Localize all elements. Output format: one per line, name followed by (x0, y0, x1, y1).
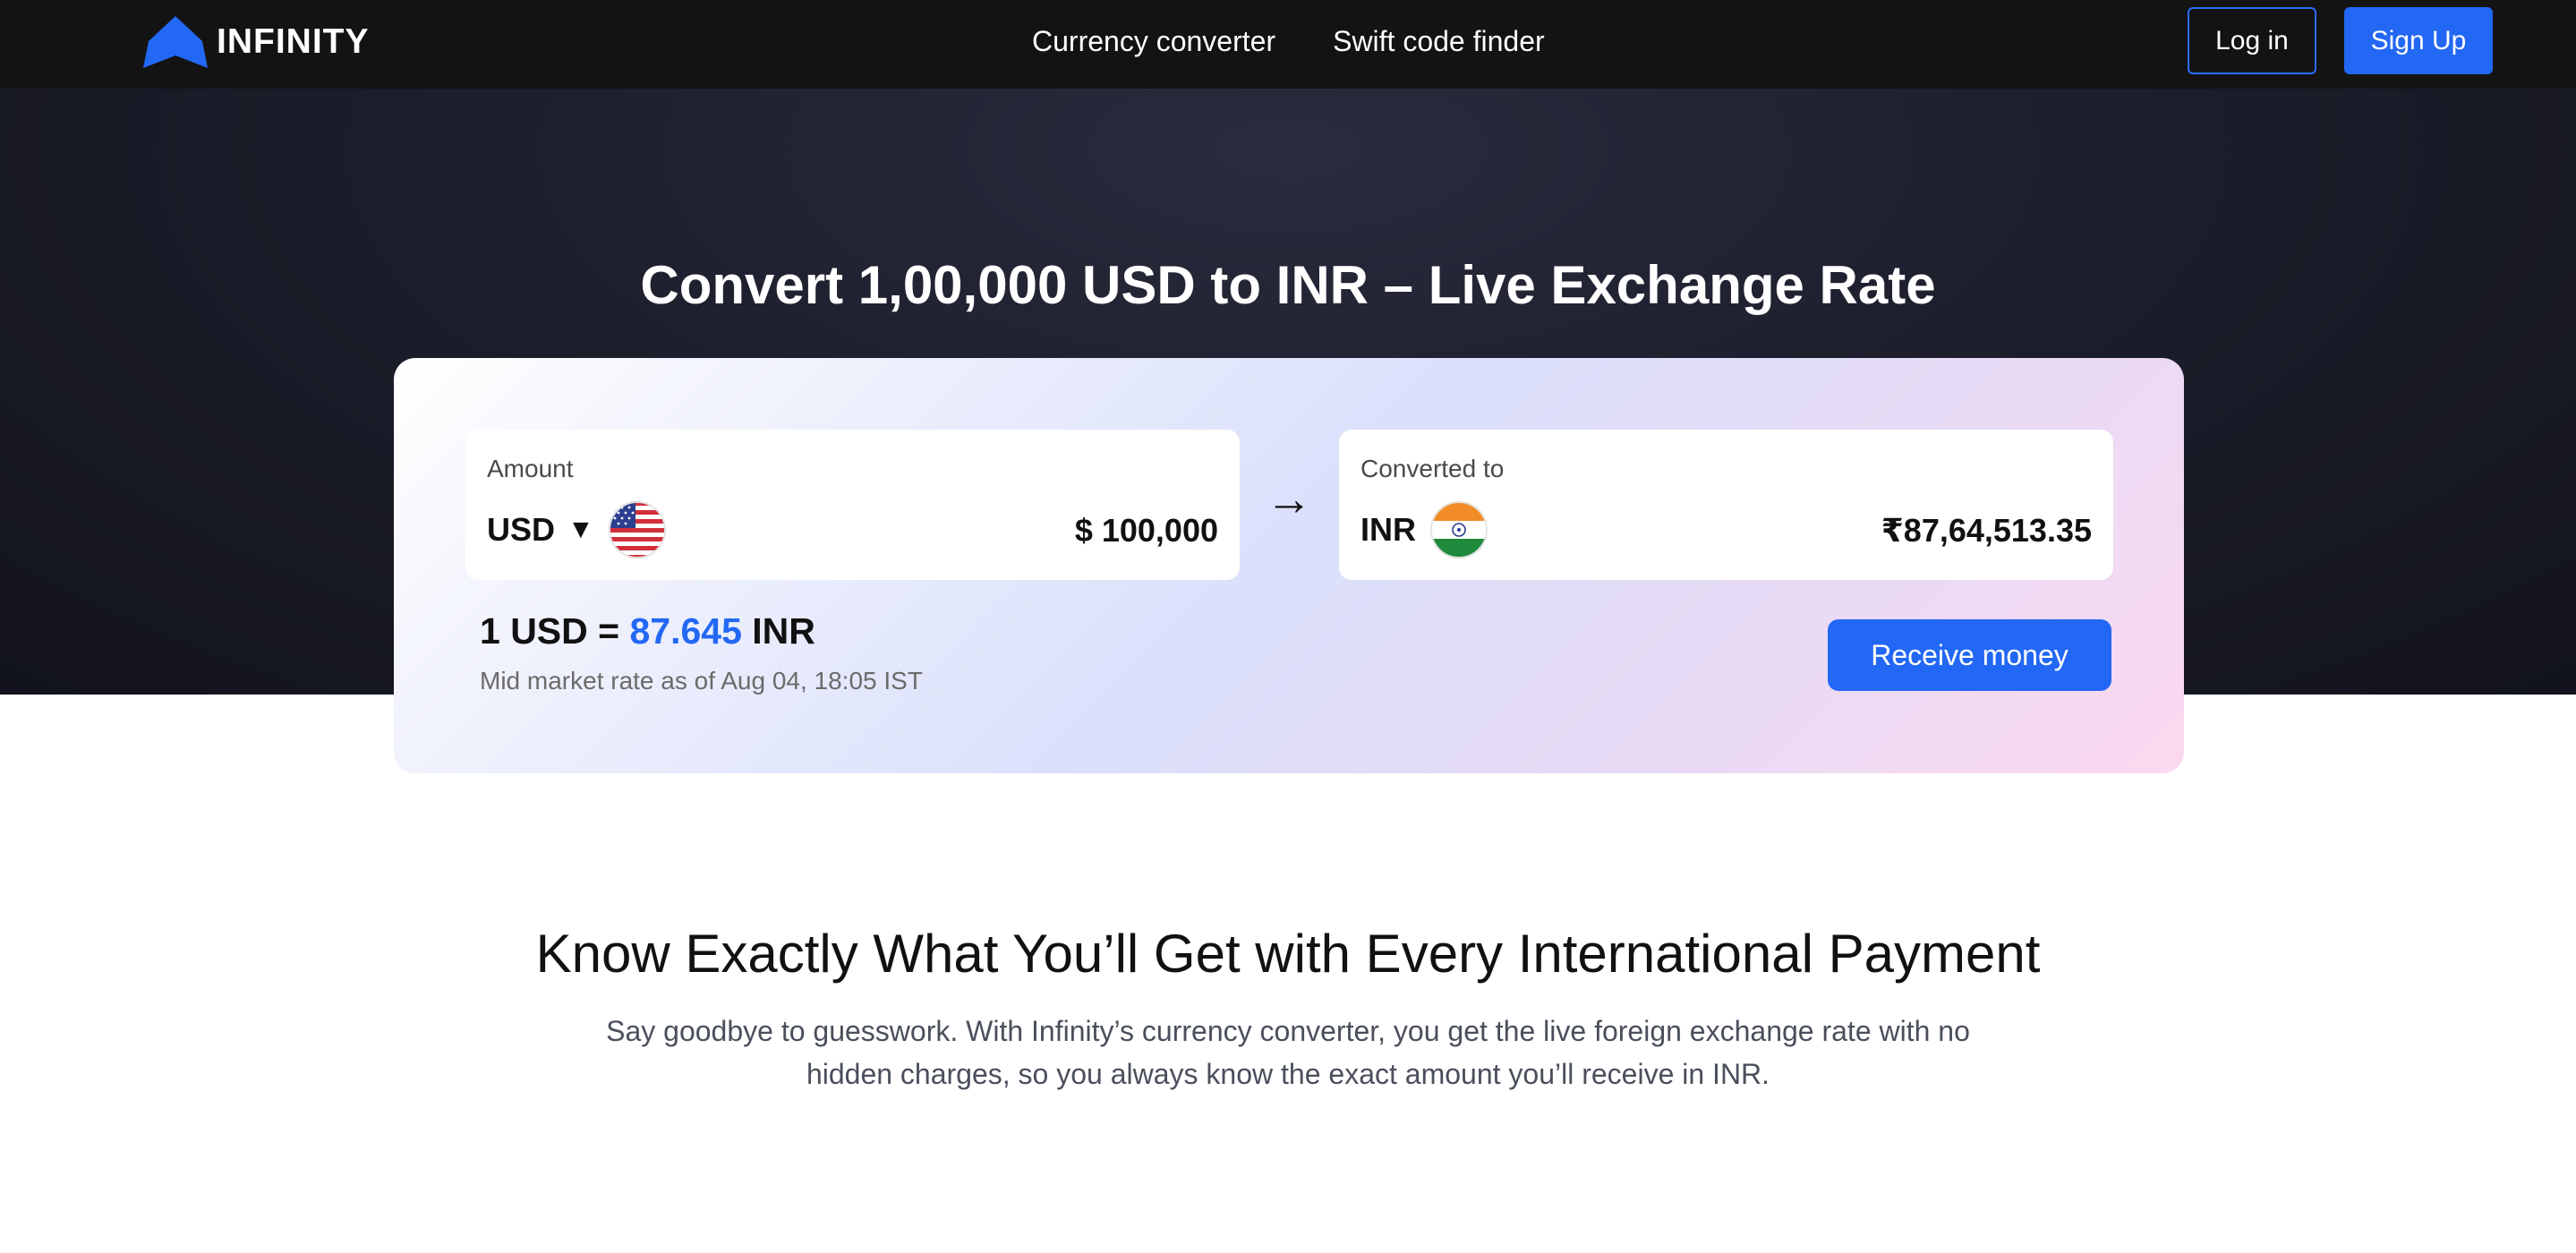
caret-down-icon[interactable]: ▼ (567, 515, 594, 545)
converted-label: Converted to (1361, 455, 1505, 482)
india-flag-icon (1430, 501, 1488, 558)
converted-field: Converted to INR ₹87,64,513.35 (1339, 430, 2113, 580)
section-description: Say goodbye to guesswork. With Infinity’… (606, 1015, 1970, 1090)
brand-name: INFINITY (217, 22, 370, 61)
us-flag-icon (608, 501, 666, 558)
rate-value: 87.645 (629, 610, 742, 652)
top-navbar: INFINITY Currency converter Swift code f… (0, 0, 2576, 89)
rate-prefix: 1 USD = (480, 610, 630, 652)
section-heading: Know Exactly What You’ll Get with Every … (535, 924, 2041, 984)
converter-card: Amount USD ▼ $ 100,000 → Converted to IN… (394, 358, 2184, 773)
nav-link-currency-converter[interactable]: Currency converter (1032, 23, 1275, 59)
brand-logo[interactable]: INFINITY (143, 16, 370, 68)
nav-links: Currency converter Swift code finder (1032, 23, 1602, 59)
amount-label: Amount (487, 455, 574, 482)
from-currency-select[interactable]: USD ▼ (487, 501, 666, 558)
infinity-logo-icon (143, 16, 208, 68)
page-title: Convert 1,00,000 USD to INR – Live Excha… (640, 255, 1936, 315)
receive-money-button[interactable]: Receive money (1828, 619, 2111, 691)
rate-timestamp: Mid market rate as of Aug 04, 18:05 IST (480, 667, 923, 695)
to-currency-code: INR (1361, 511, 1416, 548)
converted-value: ₹87,64,513.35 (1881, 512, 2092, 549)
exchange-rate: 1 USD = 87.645 INR (480, 610, 815, 652)
from-currency-code: USD (487, 511, 556, 548)
login-button[interactable]: Log in (2188, 7, 2316, 74)
nav-link-swift-code-finder[interactable]: Swift code finder (1333, 23, 1545, 59)
arrow-right-icon: → (1266, 473, 1312, 525)
signup-button[interactable]: Sign Up (2344, 7, 2493, 74)
rate-suffix: INR (741, 610, 815, 652)
to-currency: INR (1361, 501, 1488, 558)
amount-input[interactable]: $ 100,000 (1075, 512, 1218, 550)
amount-field[interactable]: Amount USD ▼ $ 100,000 (465, 430, 1240, 580)
